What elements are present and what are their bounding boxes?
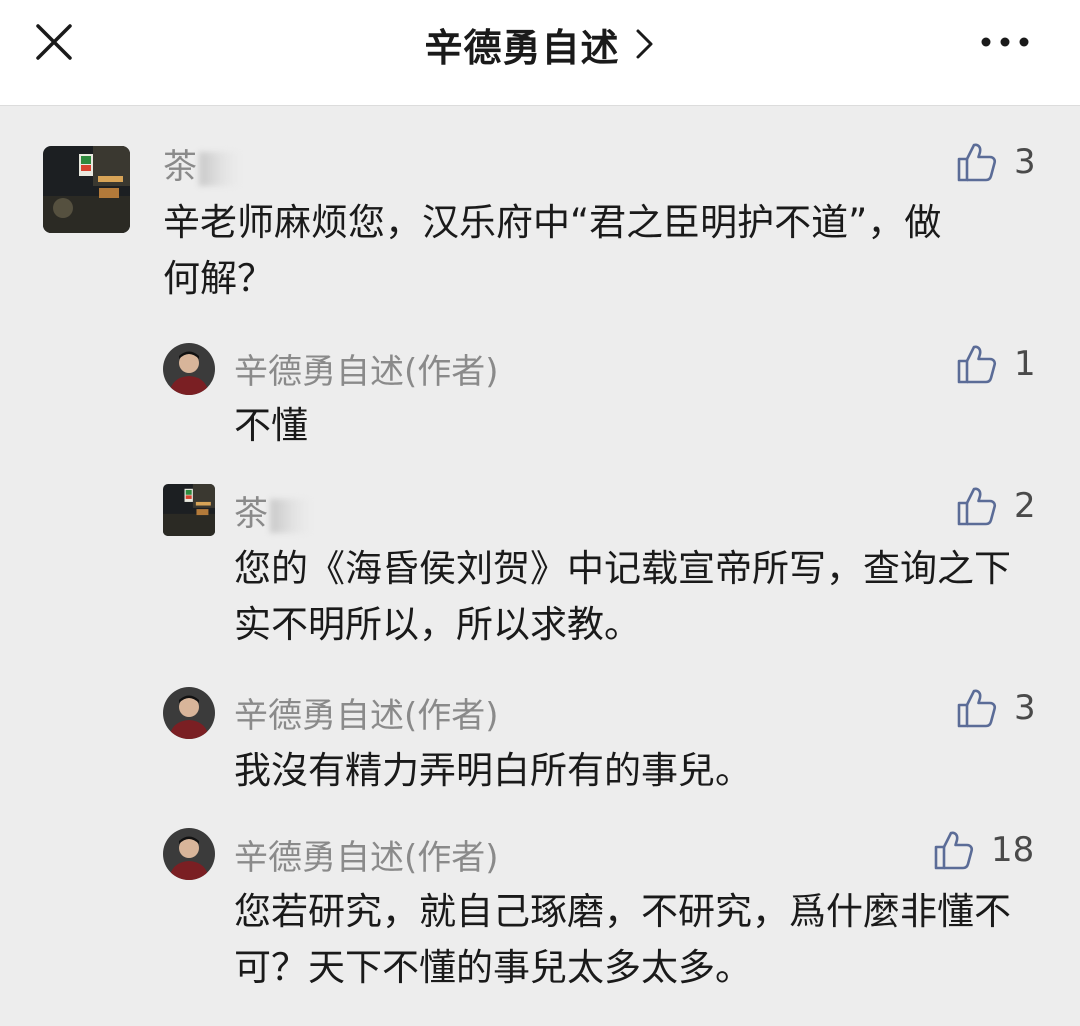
- top-bar: 辛德勇自述: [0, 0, 1080, 106]
- reply-author: 茶: [234, 486, 310, 535]
- like-button[interactable]: 3: [956, 687, 1036, 729]
- avatar[interactable]: [43, 146, 130, 233]
- reply-text: 我沒有精力弄明白所有的事兒。: [234, 749, 752, 792]
- reply-text: 您的《海昏侯刘贺》中记载宣帝所写，查询之下实不明所以，所以求教。: [234, 547, 1011, 646]
- like-count: 2: [1014, 486, 1036, 526]
- avatar[interactable]: [163, 343, 215, 395]
- like-count: 1: [1014, 344, 1036, 384]
- avatar-image: [163, 484, 215, 536]
- name-mask: [199, 151, 239, 186]
- like-button[interactable]: 1: [956, 343, 1036, 385]
- like-count: 18: [991, 830, 1035, 870]
- thumbs-up-icon: [933, 829, 975, 871]
- more-icon[interactable]: [978, 26, 1032, 58]
- reply-author: 辛德勇自述(作者): [234, 838, 499, 878]
- comment-author: 茶: [163, 139, 239, 188]
- thumbs-up-icon: [956, 485, 998, 527]
- like-count: 3: [1014, 142, 1036, 182]
- like-count: 3: [1014, 688, 1036, 728]
- name-mask: [270, 498, 310, 533]
- account-title-link[interactable]: 辛德勇自述: [0, 18, 1080, 70]
- reply-text: 不懂: [234, 404, 308, 447]
- like-button[interactable]: 2: [956, 485, 1036, 527]
- avatar[interactable]: [163, 484, 215, 536]
- avatar-image: [163, 687, 215, 739]
- thumbs-up-icon: [956, 141, 998, 183]
- reply-text: 您若研究，就自己琢磨，不研究，爲什麼非懂不可？天下不懂的事兒太多太多。: [234, 890, 1011, 989]
- page-title: 辛德勇自述: [424, 25, 620, 70]
- like-button[interactable]: 3: [956, 141, 1036, 183]
- thumbs-up-icon: [956, 687, 998, 729]
- avatar[interactable]: [163, 828, 215, 880]
- chevron-right-icon: [636, 29, 652, 59]
- thumbs-up-icon: [956, 343, 998, 385]
- avatar[interactable]: [163, 687, 215, 739]
- avatar-image: [163, 828, 215, 880]
- avatar-image: [163, 343, 215, 395]
- avatar-image: [43, 146, 130, 233]
- reply-author: 辛德勇自述(作者): [234, 352, 499, 392]
- comment-text: 辛老师麻烦您，汉乐府中“君之臣明护不道”，做何解？: [163, 201, 942, 300]
- reply-author: 辛德勇自述(作者): [234, 696, 499, 736]
- like-button[interactable]: 18: [933, 829, 1034, 871]
